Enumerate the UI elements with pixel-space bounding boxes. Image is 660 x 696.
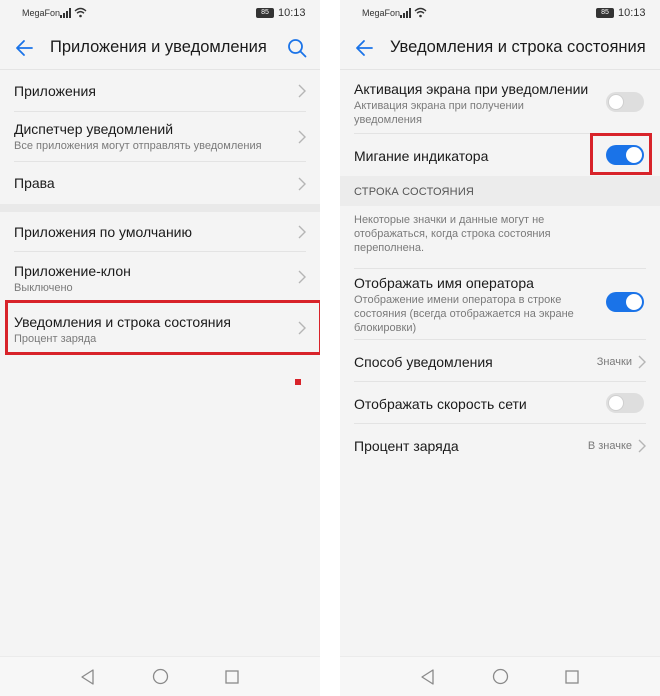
- nav-recent-icon[interactable]: [565, 670, 579, 684]
- chevron-right-icon: [298, 177, 306, 191]
- setting-battery-percent[interactable]: Процент заряда В значке: [354, 424, 646, 466]
- app-header: Уведомления и строка состояния: [340, 26, 660, 70]
- chevron-right-icon: [298, 225, 306, 239]
- chevron-right-icon: [638, 355, 646, 369]
- highlight-frame: [590, 133, 652, 175]
- right-screen: MegaFon 85 10:13 Уведомления и строка со…: [340, 0, 660, 696]
- highlight-frame: [5, 300, 320, 355]
- chevron-right-icon: [638, 439, 646, 453]
- search-icon[interactable]: [286, 37, 308, 59]
- show-operator-toggle[interactable]: [606, 292, 644, 312]
- status-bar: MegaFon 85 10:13: [0, 0, 320, 26]
- section-description: Некоторые значки и данные могут не отобр…: [354, 214, 551, 254]
- navigation-bar: [340, 656, 660, 696]
- settings-group-1: Приложения Диспетчер уведомлений Все при…: [0, 70, 320, 206]
- list-item-default-apps[interactable]: Приложения по умолчанию: [14, 212, 306, 252]
- item-title: Приложение-клон: [14, 263, 131, 279]
- navigation-bar: [0, 656, 320, 696]
- carrier-name: MegaFon: [22, 8, 61, 18]
- nav-home-icon[interactable]: [152, 668, 169, 685]
- clock: 10:13: [618, 7, 646, 19]
- wifi-icon: [74, 7, 87, 18]
- screen-wake-toggle[interactable]: [606, 92, 644, 112]
- battery-icon: 85: [596, 8, 614, 18]
- item-title: Приложения по умолчанию: [14, 224, 192, 240]
- item-title: Приложения: [14, 83, 96, 99]
- status-bar: MegaFon 85 10:13: [340, 0, 660, 26]
- setting-show-network-speed: Отображать скорость сети: [354, 382, 646, 424]
- item-subtitle: Все приложения могут отправлять уведомле…: [14, 140, 262, 152]
- setting-value: Значки: [596, 356, 632, 368]
- setting-title: Активация экрана при уведомлении: [354, 81, 589, 97]
- red-marker: [295, 379, 301, 385]
- nav-home-icon[interactable]: [492, 668, 509, 685]
- group-divider: [0, 204, 320, 212]
- show-network-speed-toggle[interactable]: [606, 393, 644, 413]
- setting-title: Отображать скорость сети: [354, 396, 527, 412]
- setting-screen-wake: Активация экрана при уведомлении Активац…: [354, 72, 646, 134]
- item-subtitle: Выключено: [14, 282, 73, 294]
- section-header-bar: СТРОКА СОСТОЯНИЯ: [340, 176, 660, 206]
- chevron-right-icon: [298, 270, 306, 284]
- back-arrow-icon[interactable]: [14, 38, 34, 58]
- list-item-notification-manager[interactable]: Диспетчер уведомлений Все приложения мог…: [14, 112, 306, 162]
- list-item-permissions[interactable]: Права: [14, 162, 306, 206]
- nav-back-icon[interactable]: [80, 669, 96, 685]
- battery-icon: 85: [256, 8, 274, 18]
- list-item-apps[interactable]: Приложения: [14, 70, 306, 112]
- setting-title: Способ уведомления: [354, 354, 493, 370]
- carrier-name: MegaFon: [362, 8, 401, 18]
- page-title: Приложения и уведомления: [50, 38, 267, 56]
- app-header: Приложения и уведомления: [0, 26, 320, 70]
- back-arrow-icon[interactable]: [354, 38, 374, 58]
- chevron-right-icon: [298, 84, 306, 98]
- item-title: Диспетчер уведомлений: [14, 121, 174, 137]
- setting-notification-method[interactable]: Способ уведомления Значки: [354, 340, 646, 382]
- item-title: Права: [14, 175, 55, 191]
- left-screen: MegaFon 85 10:13 Приложения и уведомлени…: [0, 0, 320, 696]
- nav-recent-icon[interactable]: [225, 670, 239, 684]
- setting-title: Мигание индикатора: [354, 148, 489, 164]
- setting-title: Процент заряда: [354, 438, 459, 454]
- setting-subtitle: Активация экрана при получении уведомлен…: [354, 100, 524, 126]
- setting-title: Отображать имя оператора: [354, 275, 534, 291]
- setting-show-operator: Отображать имя оператора Отображение име…: [354, 268, 646, 340]
- setting-value: В значке: [587, 440, 632, 452]
- page-title: Уведомления и строка состояния: [390, 38, 646, 56]
- wifi-icon: [414, 7, 427, 18]
- chevron-right-icon: [298, 130, 306, 144]
- signal-icon: [60, 8, 71, 18]
- clock: 10:13: [278, 7, 306, 19]
- list-item-app-clone[interactable]: Приложение-клон Выключено: [14, 252, 306, 302]
- setting-subtitle: Отображение имени оператора в строке сос…: [354, 294, 574, 334]
- signal-icon: [400, 8, 411, 18]
- nav-back-icon[interactable]: [420, 669, 436, 685]
- section-title: СТРОКА СОСТОЯНИЯ: [354, 186, 475, 198]
